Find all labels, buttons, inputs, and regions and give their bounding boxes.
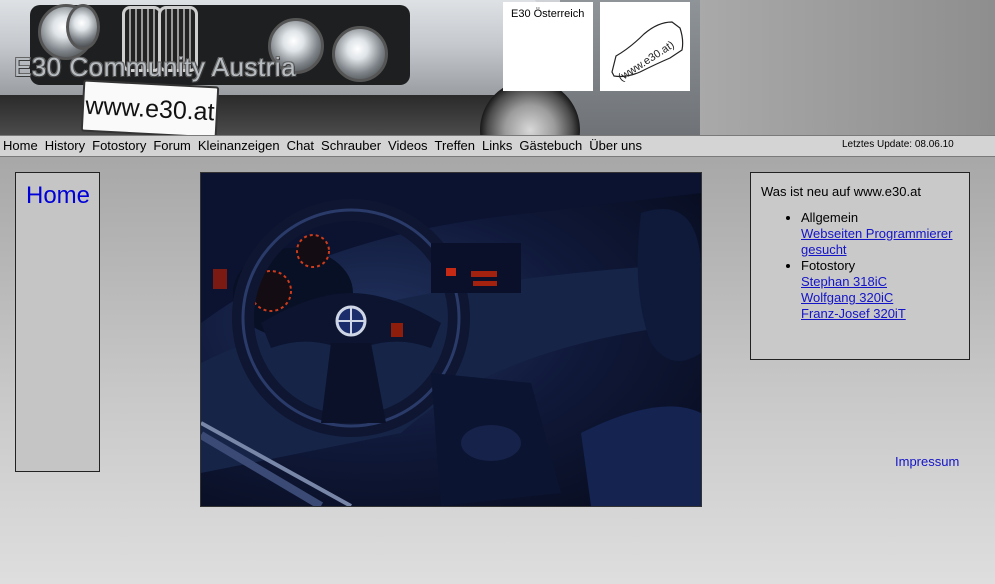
logo-e30-oesterreich[interactable]: E30 Österreich (503, 2, 593, 91)
last-update: Letztes Update: 08.06.10 (842, 139, 954, 150)
main-nav: Home History Fotostory Forum Kleinanzeigen Ch… (0, 135, 995, 157)
header-banner-image: www.e30.at E30 Community Austria (0, 0, 700, 135)
page-title[interactable]: Home (26, 182, 90, 210)
main-photo (200, 172, 702, 507)
news-link[interactable]: Franz-Josef 320iT (801, 306, 971, 322)
news-section-allgemein: Allgemein Webseiten Programmierer gesuch… (801, 210, 971, 258)
news-section-label: Allgemein (801, 210, 859, 225)
nav-history[interactable]: History (45, 136, 85, 155)
nav-home[interactable]: Home (3, 136, 38, 155)
logo-e30-at[interactable]: (www.e30.at) (600, 2, 690, 91)
news-section-label: Fotostory (801, 258, 856, 273)
site-title: E30 Community Austria (14, 52, 297, 82)
license-plate: www.e30.at (80, 79, 220, 135)
impressum-link[interactable]: Impressum (895, 454, 959, 469)
nav-links[interactable]: Links (482, 136, 512, 155)
nav-treffen[interactable]: Treffen (435, 136, 475, 155)
car-outline-logo-icon: (www.e30.at) (611, 21, 684, 84)
nav-videos[interactable]: Videos (388, 136, 428, 155)
news-link[interactable]: Webseiten Programmierer gesucht (801, 226, 971, 258)
news-link[interactable]: Stephan 318iC (801, 274, 971, 290)
logo-text: E30 Österreich (511, 8, 585, 20)
headlight-icon (332, 26, 388, 82)
nav-kleinanzeigen[interactable]: Kleinanzeigen (198, 136, 280, 155)
car-interior-photo (201, 173, 701, 506)
news-section-fotostory: Fotostory Stephan 318iC Wolfgang 320iC F… (801, 258, 971, 322)
news-panel: Was ist neu auf www.e30.at Allgemein Web… (750, 172, 970, 360)
news-heading: Was ist neu auf www.e30.at (761, 184, 921, 199)
news-list: Allgemein Webseiten Programmierer gesuch… (761, 210, 971, 322)
header: www.e30.at E30 Community Austria E30 Öst… (0, 0, 995, 135)
headlight-icon (66, 4, 100, 50)
nav-fotostory[interactable]: Fotostory (92, 136, 146, 155)
nav-schrauber[interactable]: Schrauber (321, 136, 381, 155)
nav-gaestebuch[interactable]: Gästebuch (519, 136, 582, 155)
logo2-text: (www.e30.at) (616, 39, 676, 84)
news-link[interactable]: Wolfgang 320iC (801, 290, 971, 306)
nav-ueber-uns[interactable]: Über uns (589, 136, 642, 155)
nav-forum[interactable]: Forum (153, 136, 191, 155)
left-panel: Home (15, 172, 100, 472)
nav-chat[interactable]: Chat (287, 136, 314, 155)
